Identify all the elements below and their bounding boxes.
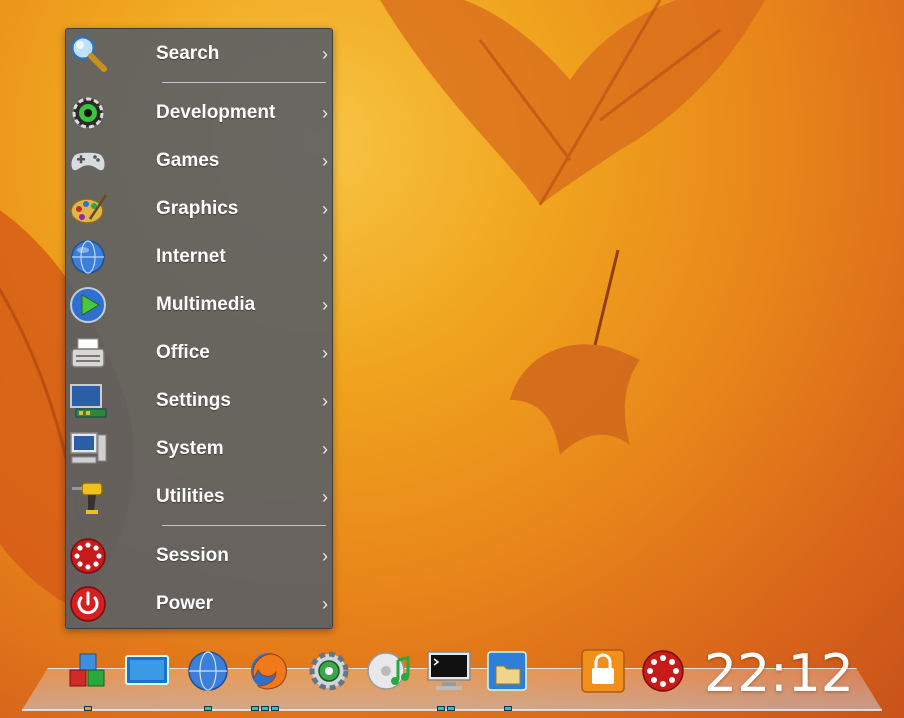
- chevron-right-icon: ›: [322, 343, 328, 363]
- task-indicator: [437, 706, 455, 711]
- wallpaper-leaf-large: [380, 0, 765, 206]
- browser-globe-icon: [188, 651, 228, 691]
- media-player-icon: [367, 652, 410, 690]
- globe-icon: [71, 240, 105, 274]
- file-manager-icon: [487, 651, 527, 691]
- show-desktop-launcher[interactable]: [124, 648, 170, 694]
- desktop-icon: [125, 655, 169, 685]
- menu-item-label: Utilities: [156, 486, 225, 507]
- lock-screen-button[interactable]: [580, 648, 626, 694]
- system-settings-launcher[interactable]: [306, 648, 352, 694]
- typewriter-icon: [71, 338, 105, 368]
- menu-item-development[interactable]: Development ›: [66, 90, 332, 136]
- menu-item-games[interactable]: Games ›: [66, 138, 332, 184]
- menu-item-label: Office: [156, 342, 210, 363]
- menu-item-multimedia[interactable]: Multimedia ›: [66, 282, 332, 328]
- menu-item-label: Power: [156, 593, 214, 614]
- menu-item-label: Settings: [156, 390, 231, 411]
- computer-icon: [70, 432, 107, 464]
- development-icon: [72, 97, 104, 129]
- menu-separator: [162, 82, 326, 83]
- chevron-right-icon: ›: [322, 594, 328, 614]
- menu-item-internet[interactable]: Internet ›: [66, 234, 332, 280]
- task-indicator: [504, 706, 512, 711]
- app-menu-launcher[interactable]: [66, 648, 112, 694]
- menu-item-office[interactable]: Office ›: [66, 330, 332, 376]
- chevron-right-icon: ›: [322, 44, 328, 64]
- menu-item-graphics[interactable]: Graphics ›: [66, 186, 332, 232]
- task-indicator: [84, 706, 92, 711]
- application-menu: Search › Development › Games › Graphics …: [65, 28, 333, 629]
- chevron-right-icon: ›: [322, 247, 328, 267]
- palette-icon: [70, 194, 108, 224]
- menu-item-label: Search: [156, 43, 220, 64]
- terminal-launcher[interactable]: [426, 648, 472, 694]
- menu-item-label: Graphics: [156, 198, 239, 219]
- play-icon: [70, 287, 106, 323]
- menu-item-label: Development: [156, 102, 276, 123]
- menu-item-utilities[interactable]: Utilities ›: [66, 474, 332, 520]
- lock-icon: [581, 649, 625, 693]
- file-manager-launcher[interactable]: [484, 648, 530, 694]
- session-button[interactable]: [640, 648, 686, 694]
- app-menu-icon: [69, 653, 105, 687]
- menu-item-search[interactable]: Search ›: [66, 31, 332, 77]
- terminal-icon: [427, 651, 471, 690]
- chevron-right-icon: ›: [322, 439, 328, 459]
- wallpaper-leaf-falling: [510, 250, 640, 455]
- menu-item-settings[interactable]: Settings ›: [66, 378, 332, 424]
- menu-item-label: System: [156, 438, 224, 459]
- chevron-right-icon: ›: [322, 295, 328, 315]
- session-icon: [642, 650, 684, 692]
- chevron-right-icon: ›: [322, 487, 328, 507]
- chevron-right-icon: ›: [322, 103, 328, 123]
- menu-item-label: Session: [156, 545, 229, 566]
- gamepad-icon: [70, 151, 106, 172]
- settings-computer-icon: [70, 384, 107, 418]
- menu-item-label: Games: [156, 150, 220, 171]
- media-player-launcher[interactable]: [366, 648, 412, 694]
- session-icon: [70, 538, 106, 574]
- chevron-right-icon: ›: [322, 391, 328, 411]
- menu-item-system[interactable]: System ›: [66, 426, 332, 472]
- task-indicator: [204, 706, 212, 711]
- digital-clock[interactable]: 22:12: [704, 644, 854, 704]
- firefox-icon: [251, 653, 287, 690]
- task-indicator: [251, 706, 279, 711]
- menu-item-power[interactable]: Power ›: [66, 581, 332, 627]
- menu-separator: [162, 525, 326, 526]
- menu-item-session[interactable]: Session ›: [66, 533, 332, 579]
- settings-gear-icon: [309, 651, 349, 691]
- browser-launcher[interactable]: [185, 648, 231, 694]
- power-icon: [70, 586, 106, 622]
- chevron-right-icon: ›: [322, 199, 328, 219]
- firefox-launcher[interactable]: [246, 648, 292, 694]
- chevron-right-icon: ›: [322, 151, 328, 171]
- menu-item-label: Internet: [156, 246, 226, 267]
- chevron-right-icon: ›: [322, 546, 328, 566]
- search-icon: [70, 35, 107, 72]
- menu-item-label: Multimedia: [156, 294, 256, 315]
- drill-icon: [72, 482, 103, 514]
